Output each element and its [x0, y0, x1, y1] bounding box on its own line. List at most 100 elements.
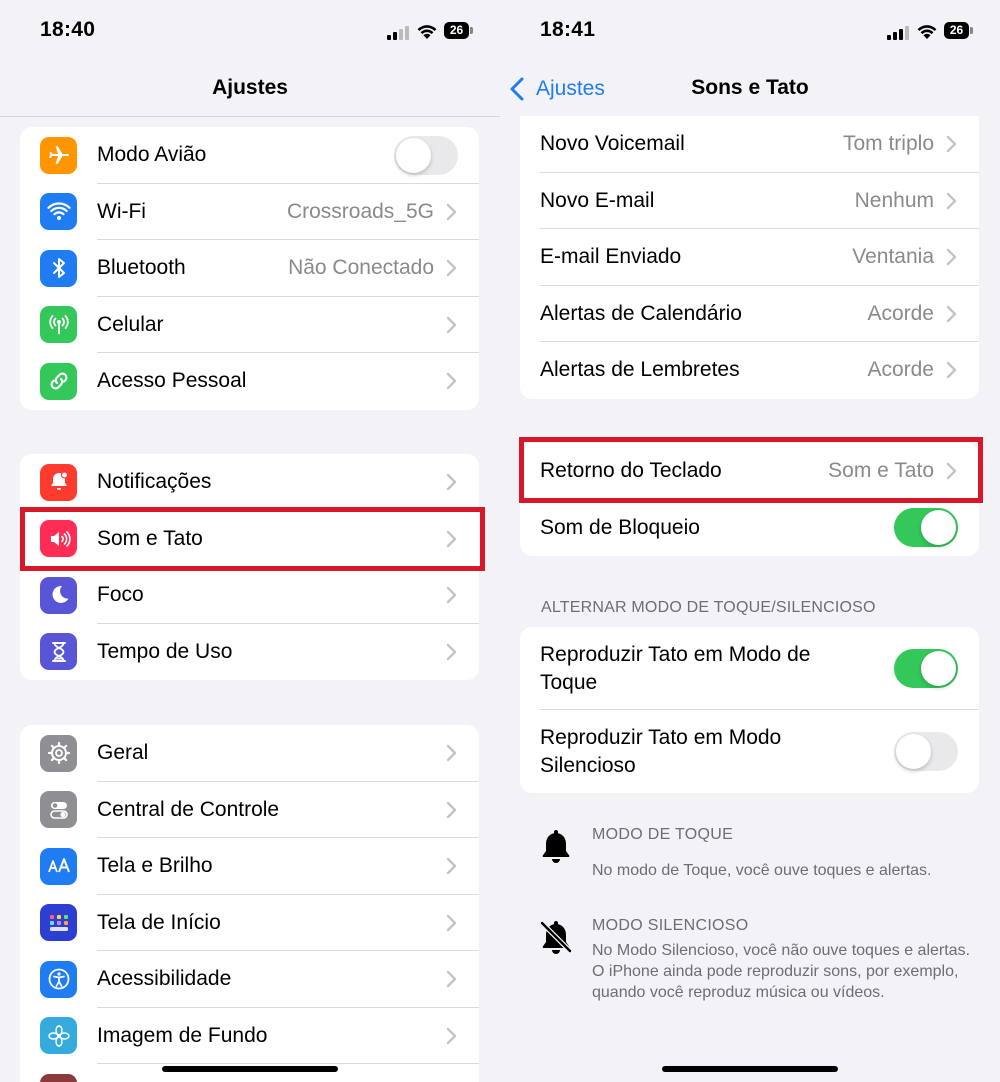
chevron-right-icon [946, 305, 957, 322]
battery-level: 26 [444, 22, 469, 39]
row-airplane-mode[interactable]: Modo Avião [20, 127, 479, 184]
row-label: Imagem de Fundo [97, 1023, 268, 1047]
row-label: Alertas de Lembretes [540, 358, 740, 382]
row-value: Nenhum [854, 188, 934, 212]
info-title: MODO DE TOQUE [592, 826, 734, 843]
chevron-right-icon [446, 203, 457, 220]
row-general[interactable]: Geral [20, 725, 479, 782]
chevron-right-icon [446, 858, 457, 875]
highlight-box [519, 437, 983, 503]
row-focus[interactable]: Foco [20, 567, 479, 624]
home-indicator[interactable] [662, 1066, 838, 1072]
row-label: Central de Controle [97, 797, 280, 821]
row-screen-time[interactable]: Tempo de Uso [20, 624, 479, 681]
link-chain-icon [40, 362, 77, 400]
row-bluetooth[interactable]: Bluetooth Não Conectado [20, 240, 479, 297]
row-personal-hotspot[interactable]: Acesso Pessoal [20, 353, 479, 410]
battery-indicator: 26 [444, 22, 474, 39]
airplane-mode-toggle[interactable] [394, 135, 458, 175]
row-wallpaper[interactable]: Imagem de Fundo [20, 1008, 479, 1065]
moon-icon [40, 576, 77, 614]
chevron-right-icon [446, 1027, 457, 1044]
chevron-right-icon [446, 260, 457, 277]
row-label: Novo Voicemail [540, 132, 685, 156]
row-label: Tela e Brilho [97, 854, 213, 878]
row-sent-email[interactable]: E-mail Enviado Ventania [520, 229, 979, 286]
row-cellular[interactable]: Celular [20, 297, 479, 354]
row-label: Som de Bloqueio [540, 515, 700, 539]
row-haptics-ring-mode[interactable]: Reproduzir Tato em Modo de Toque [520, 627, 979, 710]
chevron-right-icon [446, 316, 457, 333]
row-value: Tom triplo [842, 132, 934, 156]
row-new-voicemail[interactable]: Novo Voicemail Tom triplo [520, 116, 979, 173]
row-label: Wi-Fi [97, 199, 146, 223]
accessibility-icon [40, 960, 77, 998]
chevron-right-icon [446, 474, 457, 491]
row-haptics-silent-mode[interactable]: Reproduzir Tato em Modo Silencioso [520, 710, 979, 793]
bell-icon [542, 830, 570, 863]
haptics-ring-toggle[interactable] [894, 649, 958, 688]
back-button[interactable]: Ajustes [510, 74, 605, 104]
row-home-screen[interactable]: Tela de Início [20, 895, 479, 952]
row-new-email[interactable]: Novo E-mail Nenhum [520, 173, 979, 230]
row-reminder-alerts[interactable]: Alertas de Lembretes Acorde [520, 342, 979, 399]
cellular-signal-icon [887, 26, 909, 40]
highlight-box [20, 507, 485, 571]
sounds-group-ring-silent: Reproduzir Tato em Modo de Toque Reprodu… [520, 627, 979, 793]
row-label: Novo E-mail [540, 188, 655, 212]
haptics-silent-toggle[interactable] [894, 732, 958, 771]
row-label: Acessibilidade [97, 967, 232, 991]
row-label: Notificações [97, 470, 212, 494]
row-notifications[interactable]: Notificações [20, 454, 479, 511]
chevron-right-icon [446, 373, 457, 390]
airplane-icon [40, 136, 77, 174]
wifi-status-icon [417, 25, 437, 39]
settings-group-general: Geral Central de Controle Tela e Brilho … [20, 725, 479, 1082]
row-lock-sound[interactable]: Som de Bloqueio [520, 500, 979, 557]
status-bar: 18:41 26 [500, 0, 1000, 62]
chevron-right-icon [946, 362, 957, 379]
chevron-right-icon [446, 971, 457, 988]
battery-indicator: 26 [944, 22, 974, 39]
row-control-center[interactable]: Central de Controle [20, 782, 479, 839]
row-label: Tempo de Uso [97, 639, 233, 663]
row-label: Alertas de Calendário [540, 301, 742, 325]
status-time: 18:40 [40, 18, 96, 41]
switches-icon [40, 791, 77, 829]
lock-sound-toggle[interactable] [894, 508, 958, 548]
settings-group-connectivity: Modo Avião Wi-Fi Crossroads_5G Bluetooth… [20, 127, 479, 410]
bell-slash-icon [539, 920, 573, 954]
row-label: E-mail Enviado [540, 245, 682, 269]
chevron-right-icon [946, 136, 957, 153]
info-body: No modo de Toque, você ouve toques e ale… [592, 862, 932, 879]
back-button-label: Ajustes [536, 77, 605, 100]
chevron-right-icon [446, 587, 457, 604]
status-bar: 18:40 26 [0, 0, 500, 62]
text-size-icon [40, 847, 77, 885]
row-label: Reproduzir Tato em Modo de Toque [540, 642, 811, 694]
row-display-brightness[interactable]: Tela e Brilho [20, 838, 479, 895]
settings-screen: 18:40 26 Ajustes Modo Avião Wi-Fi Crossr… [0, 0, 500, 1082]
row-value: Crossroads_5G [286, 199, 434, 223]
row-wifi[interactable]: Wi-Fi Crossroads_5G [20, 184, 479, 241]
home-grid-icon [40, 904, 77, 942]
bluetooth-icon [40, 249, 77, 287]
chevron-right-icon [446, 914, 457, 931]
chevron-right-icon [446, 643, 457, 660]
row-label: Foco [97, 583, 144, 607]
row-label: Acesso Pessoal [97, 369, 247, 393]
section-header: ALTERNAR MODO DE TOQUE/SILENCIOSO [541, 599, 876, 616]
row-label: Modo Avião [97, 143, 207, 167]
wifi-icon [40, 193, 77, 231]
row-calendar-alerts[interactable]: Alertas de Calendário Acorde [520, 286, 979, 343]
row-accessibility[interactable]: Acessibilidade [20, 951, 479, 1008]
status-time: 18:41 [540, 18, 596, 41]
info-body: No Modo Silencioso, você não ouve toques… [592, 942, 971, 1001]
flower-icon [40, 1017, 77, 1055]
gear-icon [40, 734, 77, 772]
home-indicator[interactable] [162, 1066, 338, 1072]
hourglass-icon [40, 633, 77, 671]
chevron-right-icon [946, 192, 957, 209]
sounds-group-alerts: Novo Voicemail Tom triplo Novo E-mail Ne… [520, 116, 979, 399]
row-value: Não Conectado [288, 256, 434, 280]
